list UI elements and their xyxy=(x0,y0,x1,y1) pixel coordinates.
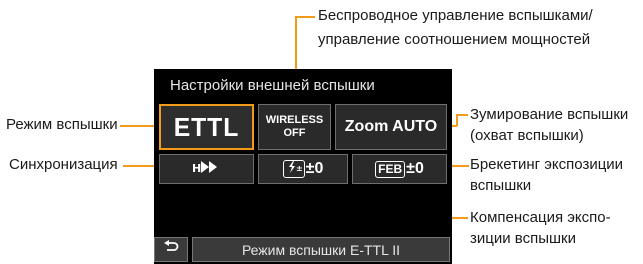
leader-zoom-h2 xyxy=(456,114,468,116)
flash-exposure-comp-value: ±0 xyxy=(305,160,324,177)
back-button[interactable] xyxy=(154,237,188,262)
callout-zoom-line1: Зумирование вспышки xyxy=(470,106,629,123)
callout-feb-line1: Брекетинг экспозиции xyxy=(470,156,624,173)
callout-feb-line2: вспышки xyxy=(470,177,532,194)
callout-sync: Синхронизация xyxy=(9,156,118,173)
wireless-label: WIRELESS xyxy=(265,114,324,126)
flash-exposure-comp-icon: ± xyxy=(282,160,305,178)
wireless-value: OFF xyxy=(283,127,306,139)
high-speed-sync-icon: H xyxy=(192,160,222,179)
callout-wireless-line1: Беспроводное управление вспышками/ xyxy=(318,7,593,24)
wireless-button[interactable]: WIRELESS OFF xyxy=(258,104,331,150)
camera-screen: Настройки внешней вспышки ETTL WIRELESS … xyxy=(154,69,452,264)
flash-bracketing-button[interactable]: FEB ±0 xyxy=(352,154,447,184)
screen-title: Настройки внешней вспышки xyxy=(170,77,375,94)
callout-zoom-line2: (охват вспышки) xyxy=(470,127,584,144)
bottom-bar: Режим вспышки E-TTL II xyxy=(154,237,452,264)
zoom-button[interactable]: Zoom AUTO xyxy=(335,104,447,150)
zoom-value: Zoom AUTO xyxy=(344,118,438,135)
svg-text:±: ± xyxy=(296,164,302,173)
svg-text:H: H xyxy=(192,162,201,174)
callout-fec-line1: Компенсация экспо- xyxy=(470,209,611,226)
sync-button[interactable]: H xyxy=(159,154,254,184)
leader-wireless-h xyxy=(295,16,315,18)
return-icon xyxy=(163,240,179,259)
flash-mode-value: ETTL xyxy=(173,111,240,142)
flash-bracketing-value: ±0 xyxy=(406,160,424,177)
callout-flash-mode: Режим вспышки xyxy=(6,116,118,133)
feb-badge: FEB xyxy=(375,160,406,178)
flash-exposure-comp-button[interactable]: ± ±0 xyxy=(258,154,348,184)
callout-fec-line2: зиции вспышки xyxy=(470,230,576,247)
callout-wireless-line2: управление соотношением мощностей xyxy=(318,31,591,48)
status-text: Режим вспышки E-TTL II xyxy=(192,237,450,262)
flash-mode-button[interactable]: ETTL xyxy=(159,104,254,150)
